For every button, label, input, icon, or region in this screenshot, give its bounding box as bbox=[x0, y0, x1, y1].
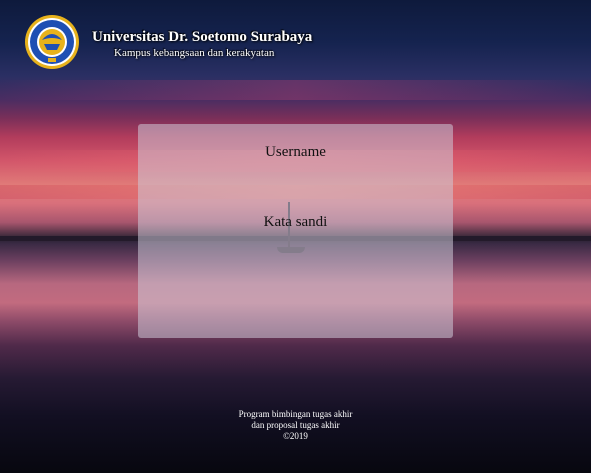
footer-line-1: Program bimbingan tugas akhir bbox=[238, 409, 353, 419]
username-label: Username bbox=[265, 144, 326, 160]
university-logo-icon bbox=[24, 14, 80, 70]
password-label: Kata sandi bbox=[263, 214, 328, 230]
username-input[interactable] bbox=[168, 168, 427, 192]
password-input[interactable] bbox=[168, 238, 427, 262]
footer: Program bimbingan tugas akhir dan propos… bbox=[0, 409, 591, 442]
brand-block: Universitas Dr. Soetomo Surabaya Kampus … bbox=[92, 28, 312, 60]
sky-streak bbox=[0, 80, 591, 100]
footer-copyright: ©2019 bbox=[283, 431, 308, 441]
login-panel: Username Kata sandi bbox=[138, 124, 453, 338]
footer-line-2: dan proposal tugas akhir bbox=[251, 420, 340, 430]
university-subtitle: Kampus kebangsaan dan kerakyatan bbox=[114, 47, 275, 59]
university-title: Universitas Dr. Soetomo Surabaya bbox=[92, 29, 313, 45]
